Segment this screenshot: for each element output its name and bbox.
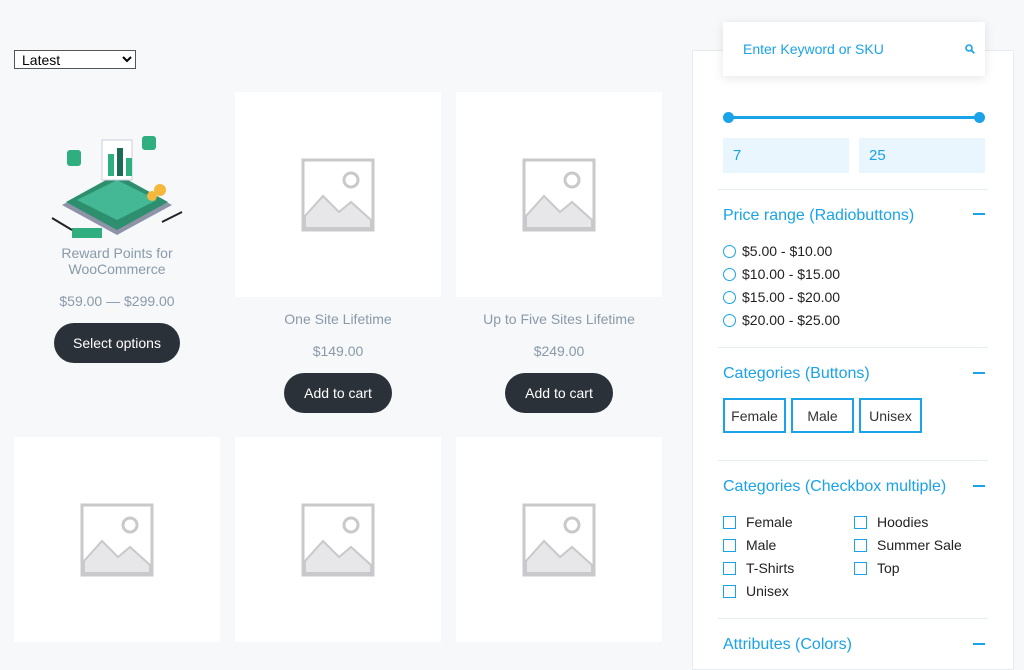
radio-label: $10.00 - $15.00 xyxy=(742,266,841,282)
checkbox-label: Summer Sale xyxy=(877,537,962,553)
collapse-icon[interactable] xyxy=(973,213,985,215)
product-image[interactable] xyxy=(456,437,662,642)
search-input[interactable] xyxy=(741,40,945,58)
product-card: Reward Points for WooCommerce $59.00 — $… xyxy=(14,92,220,363)
product-price: $149.00 xyxy=(312,343,364,359)
divider xyxy=(718,189,988,190)
price-range-title[interactable]: Price range (Radiobuttons) xyxy=(723,207,914,225)
collapse-icon[interactable] xyxy=(973,485,985,487)
checkbox-icon[interactable] xyxy=(854,561,867,575)
product-card xyxy=(456,437,662,642)
price-min-input[interactable] xyxy=(723,138,849,173)
image-placeholder-icon xyxy=(301,503,375,576)
category-checkbox-option[interactable]: Female xyxy=(723,514,793,530)
radio-label: $5.00 - $10.00 xyxy=(742,243,833,259)
price-slider-track[interactable] xyxy=(728,116,980,119)
checkbox-icon[interactable] xyxy=(723,584,736,598)
add-to-cart-button[interactable]: Add to cart xyxy=(505,373,613,413)
category-checkbox-option[interactable]: Male xyxy=(723,537,776,553)
product-image[interactable] xyxy=(235,92,441,297)
price-range-option[interactable]: $5.00 - $10.00 xyxy=(723,243,832,259)
categories-buttons-title[interactable]: Categories (Buttons) xyxy=(723,365,870,383)
product-card: One Site Lifetime $149.00 Add to cart xyxy=(235,92,441,413)
category-checkbox-option[interactable]: Top xyxy=(854,560,900,576)
product-image[interactable] xyxy=(14,437,220,642)
checkbox-icon[interactable] xyxy=(723,561,736,575)
checkbox-icon[interactable] xyxy=(854,538,867,552)
image-placeholder-icon xyxy=(522,158,596,231)
checkbox-label: T-Shirts xyxy=(746,560,795,576)
category-checkbox-option[interactable]: Summer Sale xyxy=(854,537,962,553)
price-slider-min-handle[interactable] xyxy=(723,112,734,123)
radio-icon[interactable] xyxy=(723,290,736,304)
collapse-icon[interactable] xyxy=(973,372,985,374)
image-placeholder-icon xyxy=(80,503,154,576)
product-card: Up to Five Sites Lifetime $249.00 Add to… xyxy=(456,92,662,413)
radio-icon[interactable] xyxy=(723,267,736,281)
checkbox-icon[interactable] xyxy=(723,515,736,529)
checkbox-icon[interactable] xyxy=(723,538,736,552)
select-options-button[interactable]: Select options xyxy=(54,323,180,363)
sort-select[interactable]: Latest xyxy=(14,50,136,69)
categories-checkbox-title[interactable]: Categories (Checkbox multiple) xyxy=(723,478,946,496)
image-placeholder-icon xyxy=(301,158,375,231)
category-checkbox-option[interactable]: T-Shirts xyxy=(723,560,794,576)
category-checkbox-option[interactable]: Unisex xyxy=(723,583,789,599)
radio-icon[interactable] xyxy=(723,313,736,327)
price-max-input[interactable] xyxy=(859,138,985,173)
attributes-colors-title[interactable]: Attributes (Colors) xyxy=(723,636,852,654)
price-range-option[interactable]: $15.00 - $20.00 xyxy=(723,289,840,305)
category-checkbox-option[interactable]: Hoodies xyxy=(854,514,928,530)
category-button-female[interactable]: Female xyxy=(723,398,786,433)
checkbox-label: Male xyxy=(746,537,777,553)
product-card xyxy=(235,437,441,642)
radio-icon[interactable] xyxy=(723,244,736,258)
checkbox-label: Female xyxy=(746,514,793,530)
product-title[interactable]: One Site Lifetime xyxy=(235,311,441,327)
price-range-option[interactable]: $10.00 - $15.00 xyxy=(723,266,840,282)
radio-label: $20.00 - $25.00 xyxy=(742,312,841,328)
search-icon[interactable] xyxy=(965,44,975,54)
product-title[interactable]: Up to Five Sites Lifetime xyxy=(456,311,662,327)
product-price: $249.00 xyxy=(533,343,585,359)
product-card xyxy=(14,437,220,642)
search-box xyxy=(723,22,985,76)
checkbox-label: Top xyxy=(877,560,900,576)
checkbox-label: Unisex xyxy=(746,583,789,599)
price-slider-max-handle[interactable] xyxy=(974,112,985,123)
product-price: $59.00 — $299.00 xyxy=(59,293,175,309)
collapse-icon[interactable] xyxy=(973,643,985,645)
product-image[interactable] xyxy=(456,92,662,297)
image-placeholder-icon xyxy=(522,503,596,576)
checkbox-icon[interactable] xyxy=(854,515,867,529)
add-to-cart-button[interactable]: Add to cart xyxy=(284,373,392,413)
reward-points-illustration-icon xyxy=(51,135,183,238)
divider xyxy=(718,347,988,348)
divider xyxy=(718,460,988,461)
price-range-option[interactable]: $20.00 - $25.00 xyxy=(723,312,840,328)
category-button-unisex[interactable]: Unisex xyxy=(859,398,922,433)
category-button-male[interactable]: Male xyxy=(791,398,854,433)
product-image[interactable] xyxy=(235,437,441,642)
divider xyxy=(718,618,988,619)
checkbox-label: Hoodies xyxy=(877,514,929,530)
radio-label: $15.00 - $20.00 xyxy=(742,289,841,305)
